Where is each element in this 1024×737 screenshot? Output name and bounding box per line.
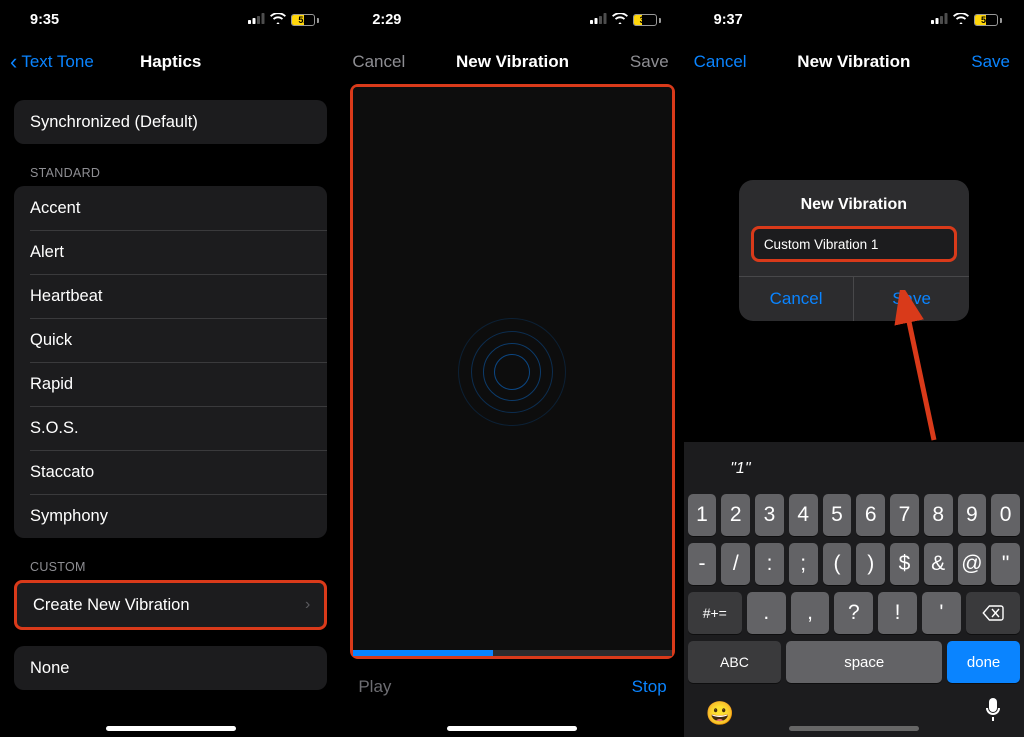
keyboard-key[interactable]: ! [878,592,917,634]
play-button[interactable]: Play [358,677,391,697]
keyboard-key[interactable]: ? [834,592,873,634]
keyboard-key[interactable]: . [747,592,786,634]
vibration-name-input[interactable] [754,229,954,259]
vibration-tap-canvas[interactable] [353,87,671,656]
cell-label: Heartbeat [30,287,102,306]
haptics-option-cell[interactable]: Accent [14,186,327,230]
keyboard-key[interactable]: 0 [991,494,1020,536]
standard-header: STANDARD [14,160,327,186]
alert-title: New Vibration [739,180,969,226]
alert-cancel-button[interactable]: Cancel [739,277,854,321]
wifi-icon [612,12,628,28]
cell-label: S.O.S. [30,419,79,438]
home-indicator[interactable] [106,726,236,731]
keyboard-backspace-key[interactable] [966,592,1020,634]
alert-save-button[interactable]: Save [853,277,969,321]
keyboard-key[interactable]: @ [958,543,987,585]
haptics-option-cell[interactable]: Heartbeat [14,274,327,318]
chevron-left-icon: ‹ [10,51,17,73]
status-bar: 2:29 39 [342,0,682,40]
keyboard-key[interactable]: " [991,543,1020,585]
cell-label: Accent [30,199,80,218]
create-new-vibration-cell[interactable]: Create New Vibration › [17,583,324,627]
home-indicator[interactable] [789,726,919,731]
screen-new-vibration-record: 2:29 39 Cancel New Vibration Save [341,0,682,737]
keyboard-key[interactable]: ( [823,543,852,585]
keyboard-key[interactable]: 9 [958,494,987,536]
status-time: 9:35 [30,12,59,28]
cell-label: Rapid [30,375,73,394]
screen-new-vibration-save: 9: 3 7 5 1 Cancel New Vibration Save New Vi… [683,0,1024,737]
haptics-default-cell[interactable]: Synchronized (Default) [14,100,327,144]
cancel-button[interactable]: Cancel [352,52,405,72]
keyboard-shift-symbols-key[interactable]: #+= [688,592,742,634]
keyboard-key[interactable]: & [924,543,953,585]
battery-icon: 52 [291,14,319,26]
prediction-suggestion[interactable]: "1" [684,460,797,478]
keyboard-key[interactable]: 3 [755,494,784,536]
chevron-right-icon: › [305,596,310,614]
stop-button[interactable]: Stop [632,677,667,697]
page-title: New Vibration [456,52,569,72]
keyboard-key[interactable]: 4 [789,494,818,536]
cell-label: Create New Vibration [33,596,190,615]
save-button[interactable]: Save [630,52,669,72]
keyboard-abc-key[interactable]: ABC [688,641,782,683]
haptics-option-cell[interactable]: Rapid [14,362,327,406]
signal-icon [590,12,607,28]
vibration-progress-track [353,650,671,656]
cell-label: None [30,659,69,678]
wifi-icon [270,12,286,28]
cell-label: Alert [30,243,64,262]
prediction-bar: "1" [684,448,1024,490]
custom-header: CUSTOM [14,554,327,580]
save-vibration-alert: New Vibration Cancel Save [739,180,969,321]
keyboard-space-key[interactable]: space [786,641,942,683]
keyboard-key[interactable]: : [755,543,784,585]
keyboard: "1" 1234567890 -/:;()$&@" #+=.,?!' ABC s… [684,442,1024,737]
keyboard-key[interactable]: 5 [823,494,852,536]
none-cell[interactable]: None [14,646,327,690]
cell-label: Quick [30,331,72,350]
screen-haptics: 9:35 52 ‹ Text Tone Haptics Synchronized… [0,0,341,737]
keyboard-key[interactable]: ; [789,543,818,585]
keyboard-key[interactable]: 2 [721,494,750,536]
haptics-option-cell[interactable]: Quick [14,318,327,362]
battery-icon: 39 [633,14,661,26]
keyboard-key[interactable]: , [791,592,830,634]
cell-label: Synchronized (Default) [30,113,198,132]
vibration-progress-fill [353,650,493,656]
emoji-icon[interactable]: 😀 [706,700,735,727]
mic-icon[interactable] [984,698,1002,728]
keyboard-key[interactable]: / [721,543,750,585]
status-bar: 9:35 52 [0,0,341,40]
haptics-option-cell[interactable]: Staccato [14,450,327,494]
nav-bar: ‹ Text Tone Haptics [0,40,341,84]
keyboard-key[interactable]: 8 [924,494,953,536]
haptics-option-cell[interactable]: Alert [14,230,327,274]
keyboard-key[interactable]: - [688,543,717,585]
bottom-toolbar: Play Stop [342,665,682,709]
keyboard-key[interactable]: $ [890,543,919,585]
signal-icon [248,12,265,28]
keyboard-key[interactable]: 7 [890,494,919,536]
vibration-ripple-icon [452,312,572,432]
status-time: 2:29 [372,12,401,28]
page-title: Haptics [140,52,201,72]
home-indicator[interactable] [447,726,577,731]
keyboard-key[interactable]: ) [856,543,885,585]
back-label: Text Tone [21,52,93,72]
keyboard-key[interactable]: ' [922,592,961,634]
cell-label: Staccato [30,463,94,482]
haptics-option-cell[interactable]: Symphony [14,494,327,538]
nav-bar: Cancel New Vibration Save [342,40,682,84]
cell-label: Symphony [30,507,108,526]
back-button[interactable]: ‹ Text Tone [10,51,94,73]
keyboard-key[interactable]: 1 [688,494,717,536]
keyboard-done-key[interactable]: done [947,641,1020,683]
vibration-record-area-highlight [350,84,674,659]
haptics-option-cell[interactable]: S.O.S. [14,406,327,450]
keyboard-key[interactable]: 6 [856,494,885,536]
